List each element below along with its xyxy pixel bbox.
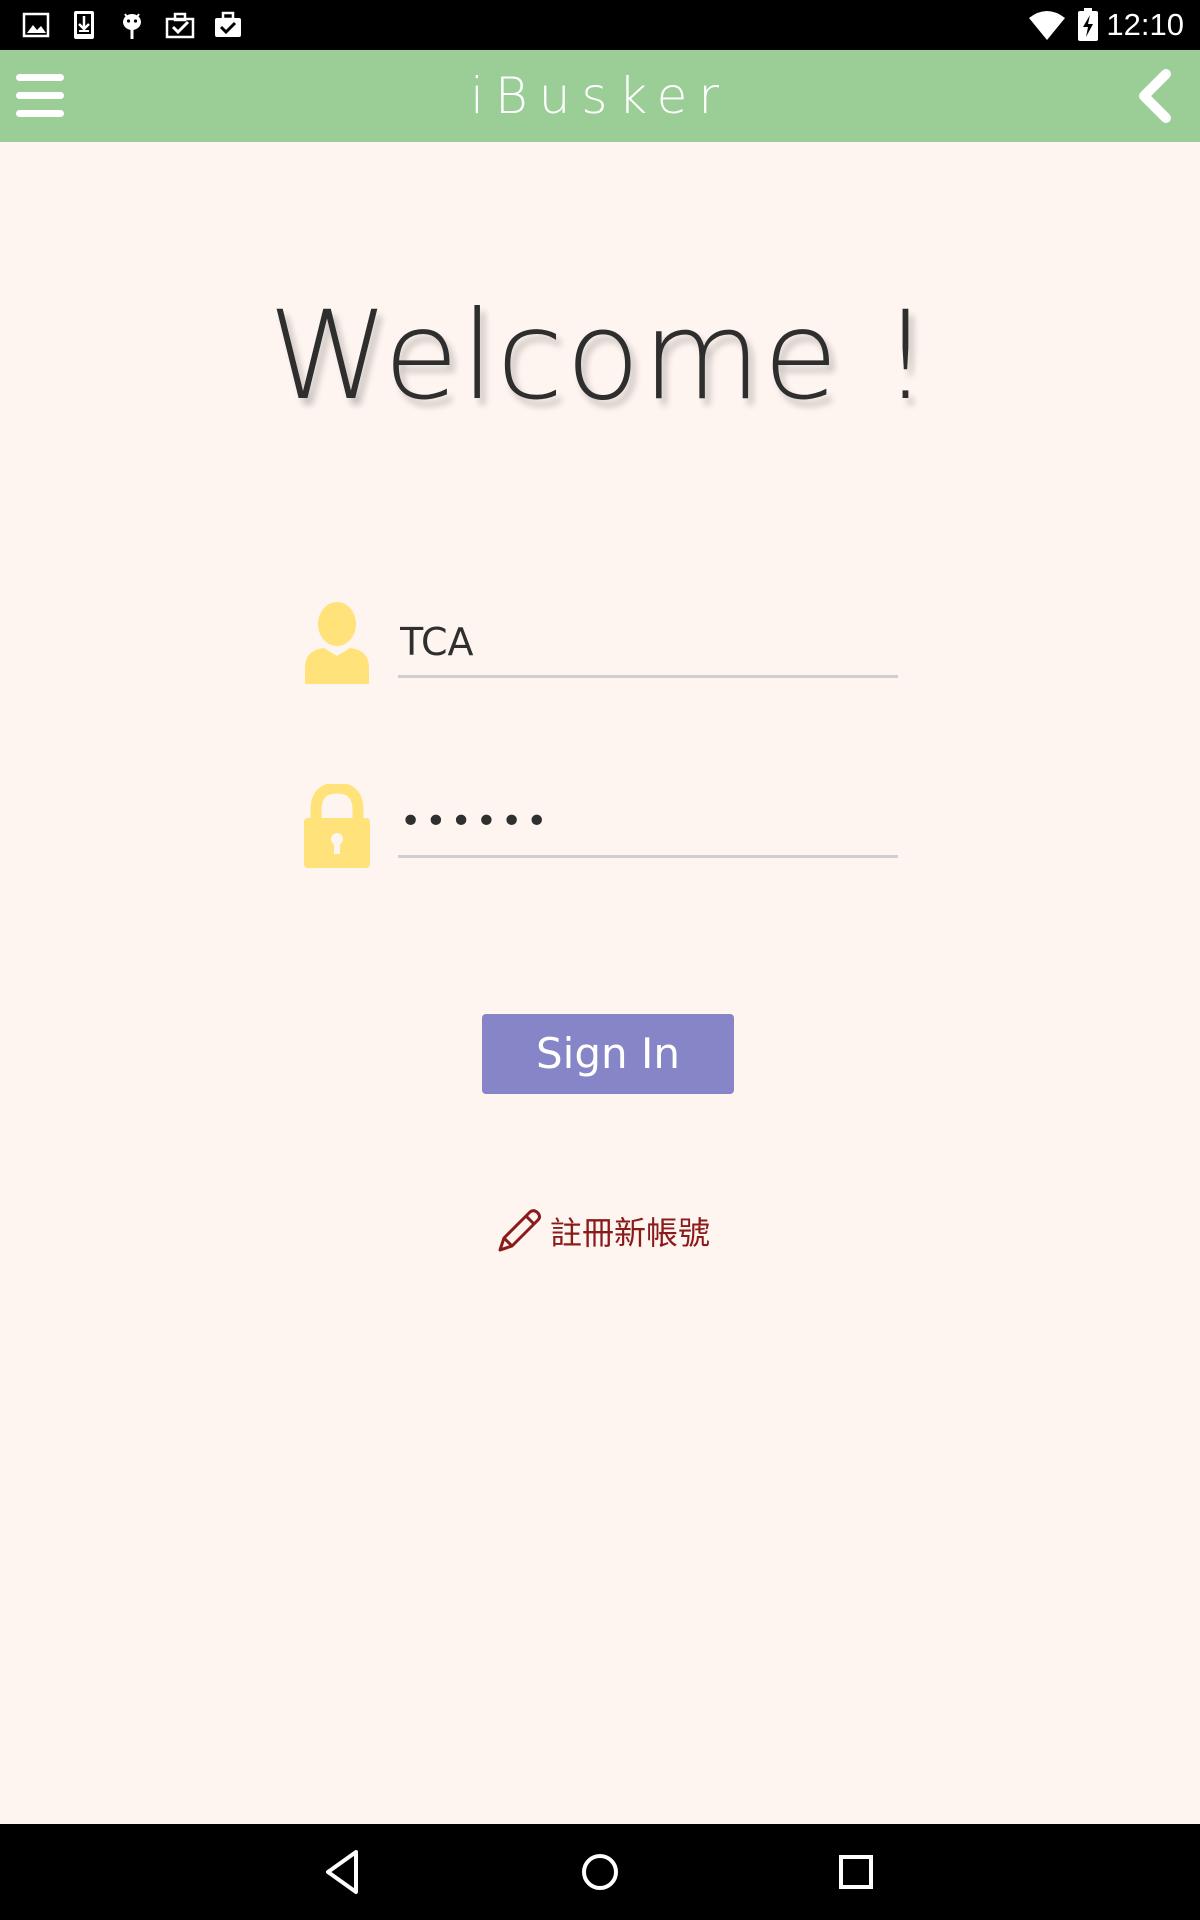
battery-charging-icon <box>1078 8 1098 41</box>
recents-square-icon[interactable] <box>828 1844 884 1900</box>
download-icon <box>74 11 94 39</box>
username-input[interactable] <box>398 608 898 678</box>
person-icon <box>305 602 369 684</box>
image-icon <box>22 12 50 38</box>
status-time: 12:10 <box>1106 7 1184 42</box>
register-label: 註冊新帳號 <box>550 1214 711 1252</box>
chevron-left-icon[interactable] <box>1128 66 1184 126</box>
hamburger-menu-icon[interactable] <box>12 66 68 126</box>
android-icon <box>123 13 141 39</box>
register-link[interactable]: 註冊新帳號 <box>494 1206 710 1256</box>
welcome-heading: Welcome ! <box>268 285 932 427</box>
clipboard-check-icon <box>165 12 195 39</box>
lock-icon <box>304 784 370 868</box>
status-bar: 12:10 <box>0 0 1200 50</box>
login-screen: 12:10 iBusker Welcome ! Sign In <box>0 0 1200 1920</box>
system-nav-bar <box>0 1824 1200 1920</box>
app-title: iBusker <box>470 67 730 125</box>
wifi-icon <box>1029 11 1065 40</box>
home-circle-icon[interactable] <box>572 1844 628 1900</box>
password-input[interactable] <box>398 788 898 858</box>
sign-in-button[interactable]: Sign In <box>482 1014 734 1094</box>
briefcase-check-icon <box>215 11 241 37</box>
pencil-icon <box>498 1209 541 1252</box>
app-bar: iBusker <box>0 50 1200 142</box>
back-triangle-icon[interactable] <box>316 1844 372 1900</box>
